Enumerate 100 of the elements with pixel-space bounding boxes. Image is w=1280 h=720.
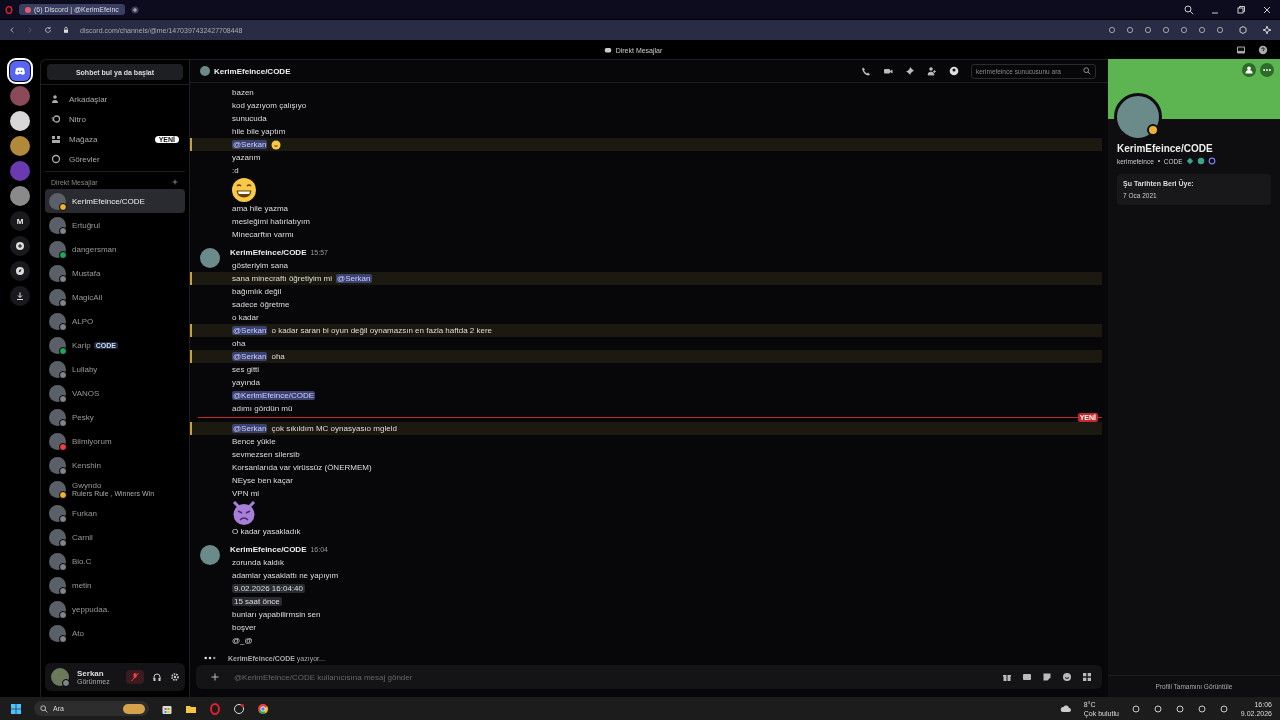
dm-item[interactable]: Pesky (45, 405, 185, 429)
tray-icon[interactable] (1196, 703, 1207, 714)
message-text: gösteriyim sana (232, 261, 289, 270)
add-server-button[interactable] (10, 236, 30, 256)
discover-button[interactable] (10, 261, 30, 281)
reload-icon[interactable] (44, 26, 52, 34)
dm-item[interactable]: ALPO (45, 309, 185, 333)
message-text: yazarım (232, 153, 261, 162)
grinning-emoji-icon (232, 177, 256, 202)
message-text: adamlar yasaklattı ne yapıyım (232, 571, 339, 580)
dm-item[interactable]: Ato (45, 621, 185, 645)
download-button[interactable] (10, 286, 30, 306)
start-icon[interactable] (10, 702, 22, 715)
mention-link[interactable]: @KerimEfeince/CODE (232, 391, 316, 400)
user-name: Serkan (77, 669, 105, 678)
toolbar-icon[interactable] (1162, 26, 1170, 34)
inbox-icon[interactable] (1236, 45, 1246, 55)
pin-icon[interactable] (905, 66, 915, 76)
mention-link[interactable]: @Serkan (336, 274, 372, 283)
tray-icon[interactable] (1130, 703, 1141, 714)
sparkle-icon[interactable] (1262, 25, 1272, 35)
message-text: zorunda kaldık (232, 558, 285, 567)
timestamp-chip: 15 saat önce (232, 597, 282, 606)
add-user-icon[interactable] (927, 66, 937, 76)
author-name[interactable]: KerimEfeince/CODE (230, 545, 307, 554)
tray-icon[interactable] (1174, 703, 1185, 714)
toolbar-icon[interactable] (1126, 26, 1134, 34)
tray-icon[interactable] (1152, 703, 1163, 714)
emoji-icon[interactable] (1062, 672, 1072, 682)
dm-name: Carnil (72, 532, 93, 542)
gift-icon[interactable] (1002, 672, 1012, 682)
close-icon[interactable] (1262, 4, 1272, 15)
message-text: O kadar yasakladık (232, 527, 301, 536)
dm-name: ALPO (72, 316, 94, 326)
microphone-button[interactable] (125, 670, 144, 684)
phone-icon[interactable] (861, 66, 871, 76)
settings-icon[interactable] (169, 672, 180, 682)
toolbar-icon[interactable] (1198, 26, 1206, 34)
dm-item[interactable]: Ertuğrul (45, 213, 185, 237)
smiley-emoji-icon (271, 139, 282, 150)
microphone-icon (129, 672, 140, 682)
dm-item[interactable]: MagicAll (45, 285, 185, 309)
dm-item[interactable]: yeppudaa. (45, 597, 185, 621)
dm-item[interactable]: VANOS (45, 381, 185, 405)
dm-item[interactable]: Carnil (45, 525, 185, 549)
dm-name: VANOS (72, 388, 100, 398)
dm-name: MagicAll (72, 292, 103, 302)
server-icon[interactable] (10, 136, 30, 156)
dm-item[interactable]: Bio.C (45, 549, 185, 573)
toolbar-icon[interactable] (1180, 26, 1188, 34)
nav-item[interactable]: Arkadaşlar (45, 89, 185, 109)
search-icon[interactable] (1184, 4, 1194, 15)
apps-icon[interactable] (1082, 672, 1092, 682)
dm-item[interactable]: Bilmiyorum (45, 429, 185, 453)
message-text: Minecarftın varmı (232, 230, 294, 239)
toolbar-icon[interactable] (1108, 26, 1116, 34)
add-friend-icon[interactable] (1242, 63, 1256, 77)
new-tab-icon[interactable] (130, 5, 139, 14)
back-icon[interactable] (8, 26, 16, 34)
dm-item[interactable]: KerimEfeince/CODE (45, 189, 185, 213)
mention-link[interactable]: @Serkan (232, 140, 268, 149)
mention-link[interactable]: @Serkan (232, 326, 268, 335)
dm-item[interactable]: Kenshin (45, 453, 185, 477)
profile-icon[interactable] (949, 66, 959, 76)
message-text: sevmezsen silersib (232, 450, 300, 459)
browser-app-icon[interactable] (209, 702, 221, 715)
dm-item[interactable]: dangersman (45, 237, 185, 261)
author-name[interactable]: KerimEfeince/CODE (230, 248, 307, 257)
cube-icon[interactable] (1238, 25, 1248, 35)
toolbar-icon[interactable] (1144, 26, 1152, 34)
headphones-icon[interactable] (151, 672, 162, 682)
add-icon[interactable] (171, 178, 179, 186)
nav-item[interactable]: Görevler (45, 149, 185, 169)
help-icon[interactable] (1258, 45, 1268, 55)
app-icon[interactable] (233, 702, 245, 715)
dm-item[interactable]: Furkan (45, 501, 185, 525)
browser-logo-icon[interactable] (5, 5, 13, 14)
video-camera-icon[interactable] (883, 66, 893, 76)
message-text: bunları yapabilirmsin sen (232, 610, 321, 619)
server-icon[interactable]: M (10, 211, 30, 231)
message-text: Bence yükle (232, 437, 276, 446)
restore-icon[interactable] (1236, 4, 1246, 15)
sticker-icon[interactable] (1042, 672, 1052, 682)
dm-item[interactable]: Mustafa (45, 261, 185, 285)
toolbar-icon[interactable] (1216, 26, 1224, 34)
server-icon[interactable] (10, 111, 30, 131)
dm-name: Karip (72, 340, 91, 350)
chrome-icon[interactable] (257, 702, 269, 715)
message-text: hile bile yaptım (232, 127, 286, 136)
discord-home-button[interactable] (10, 61, 30, 81)
more-icon[interactable] (1260, 63, 1274, 77)
mention-link[interactable]: @Serkan (232, 352, 268, 361)
server-icon[interactable] (10, 186, 30, 206)
nav-item[interactable]: Nitro (45, 109, 185, 129)
dm-item[interactable]: metin (45, 573, 185, 597)
plus-icon[interactable] (210, 672, 220, 682)
gif-icon[interactable] (1022, 672, 1032, 682)
dm-item[interactable]: Lullaby (45, 357, 185, 381)
mention-link[interactable]: @Serkan (232, 424, 268, 433)
tray-icon[interactable] (1218, 703, 1229, 714)
